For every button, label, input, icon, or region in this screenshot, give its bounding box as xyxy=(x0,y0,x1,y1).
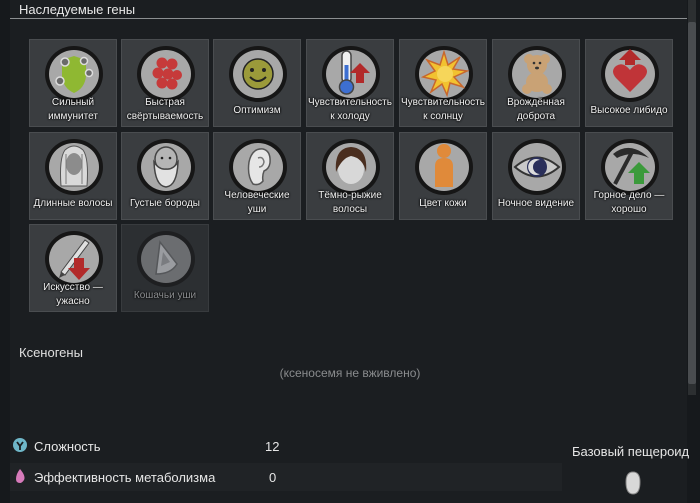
scroll-thumb[interactable] xyxy=(688,22,696,384)
gene-label: Цвет кожи xyxy=(419,198,467,209)
gene-label: Оптимизм xyxy=(233,105,281,116)
gene-label: Чувствительность к холоду xyxy=(308,97,392,122)
stat-metabolism[interactable]: Эффективность метаболизма 0 xyxy=(10,463,562,491)
stat-value: 12 xyxy=(265,439,280,454)
base-xenotype[interactable]: Базовый пещероид xyxy=(565,430,700,503)
gene-mining-good[interactable]: Горное дело — хорошо xyxy=(585,132,673,220)
gene-human-ears[interactable]: Человеческие уши xyxy=(213,132,301,220)
gene-dark-red-hair[interactable]: Тёмно-рыжие волосы xyxy=(306,132,394,220)
gene-label: Человеческие уши xyxy=(224,190,290,215)
stat-complexity[interactable]: Сложность 12 xyxy=(10,432,562,460)
gene-label: Чувствительность к солнцу xyxy=(401,97,485,122)
gene-art-awful[interactable]: Искусство — ужасно xyxy=(29,224,117,312)
gene-label: Быстрая свёртываемость xyxy=(126,97,204,122)
gene-label: Сильный иммунитет xyxy=(48,97,98,122)
gene-label: Горное дело — хорошо xyxy=(593,190,665,215)
gene-high-libido[interactable]: Высокое либидо xyxy=(585,39,673,127)
cat-ears-icon xyxy=(137,231,195,287)
stat-label: Эффективность метаболизма xyxy=(34,470,216,485)
gene-fast-clotting[interactable]: Быстрая свёртываемость xyxy=(121,39,209,127)
panel-header: Наследуемые гены xyxy=(10,0,687,19)
gene-cat-ears[interactable]: Кошачьи уши xyxy=(121,224,209,312)
gene-label: Искусство — ужасно xyxy=(43,282,103,307)
gene-label: Высокое либидо xyxy=(590,105,668,116)
gene-sun-sensitivity[interactable]: Чувствительность к солнцу xyxy=(399,39,487,127)
night-vision-icon xyxy=(508,139,566,195)
optimism-icon xyxy=(229,46,287,102)
gene-cold-sensitivity[interactable]: Чувствительность к холоду xyxy=(306,39,394,127)
gene-label: Длинные волосы xyxy=(33,198,113,209)
gene-night-vision[interactable]: Ночное видение xyxy=(492,132,580,220)
thick-beard-icon xyxy=(137,139,195,195)
gene-strong-immunity[interactable]: Сильный иммунитет xyxy=(29,39,117,127)
xenogenes-empty-text: (ксеносемя не вживлено) xyxy=(279,366,421,380)
gene-thick-beard[interactable]: Густые бороды xyxy=(121,132,209,220)
gene-label: Густые бороды xyxy=(130,198,200,209)
gene-label: Ночное видение xyxy=(497,198,575,209)
xenotype-icon xyxy=(625,471,641,495)
metabolism-icon xyxy=(16,469,25,483)
gene-long-hair[interactable]: Длинные волосы xyxy=(29,132,117,220)
panel-title: Наследуемые гены xyxy=(19,2,136,17)
complexity-icon xyxy=(13,438,27,452)
gene-label: Врождённая доброта xyxy=(507,97,565,122)
gene-label: Кошачьи уши xyxy=(133,290,197,301)
gene-skin-color[interactable]: Цвет кожи xyxy=(399,132,487,220)
gene-kindness[interactable]: Врождённая доброта xyxy=(492,39,580,127)
stat-label: Сложность xyxy=(34,439,101,454)
scrollbar[interactable] xyxy=(688,0,696,395)
base-xenotype-title: Базовый пещероид xyxy=(572,444,690,459)
xenogenes-title: Ксеногены xyxy=(19,345,83,360)
skin-color-icon xyxy=(415,139,473,195)
high-libido-icon xyxy=(601,46,659,102)
gene-label: Тёмно-рыжие волосы xyxy=(318,190,382,215)
long-hair-icon xyxy=(45,139,103,195)
stat-value: 0 xyxy=(269,470,277,485)
gene-optimism[interactable]: Оптимизм xyxy=(213,39,301,127)
